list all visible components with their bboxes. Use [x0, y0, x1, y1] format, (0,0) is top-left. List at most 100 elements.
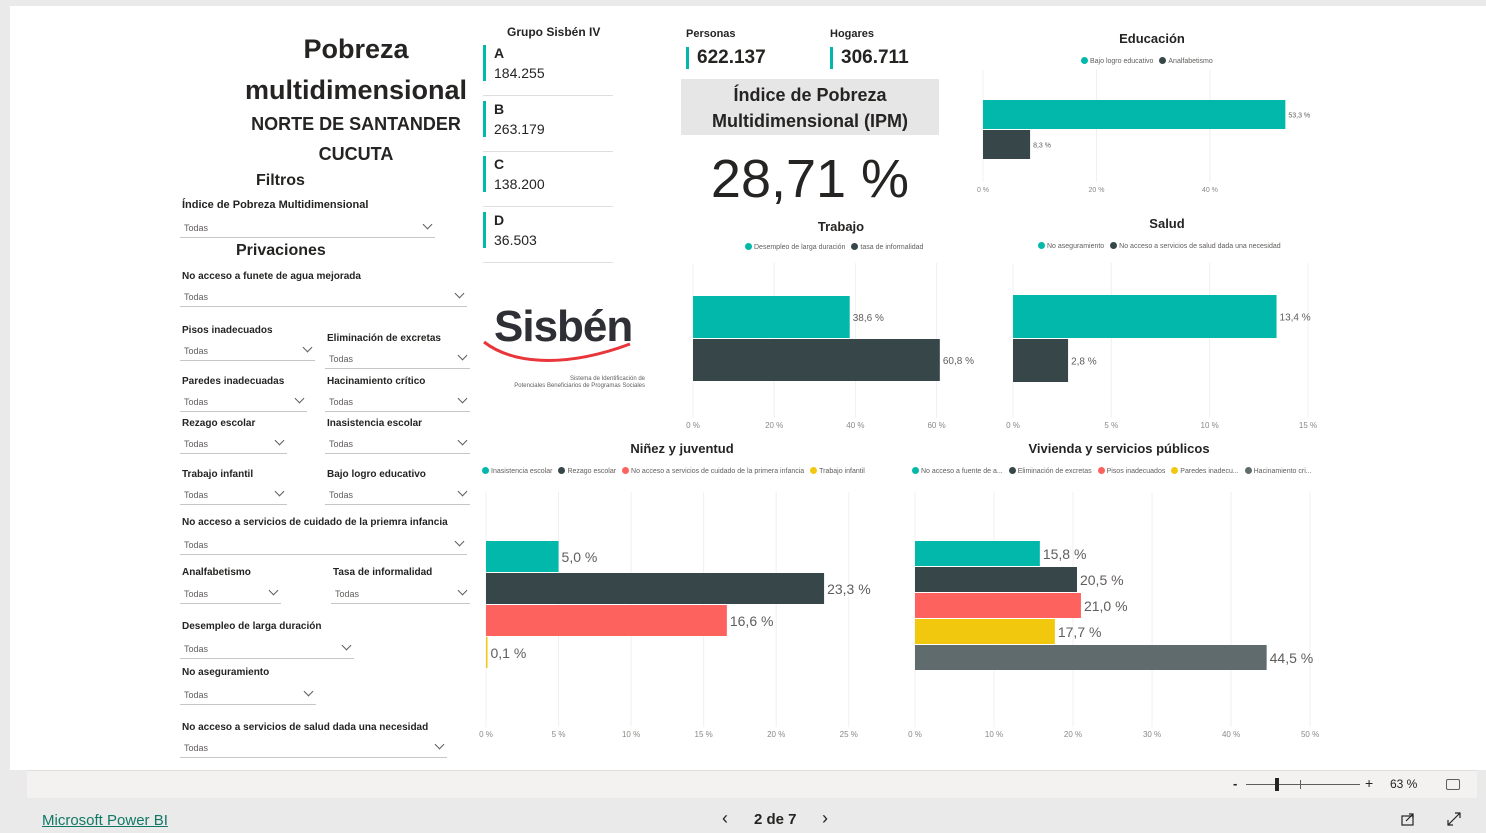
bajo-logro-filter-dropdown[interactable]: Todas	[325, 485, 470, 505]
informalidad-filter-dropdown[interactable]: Todas	[331, 584, 470, 604]
x-tick-label: 0 %	[908, 730, 922, 739]
hacinamiento-filter-dropdown[interactable]: Todas	[325, 392, 470, 412]
legend-dot	[745, 243, 752, 250]
next-page-button[interactable]: ›	[822, 808, 828, 829]
fit-to-page-icon[interactable]	[1446, 779, 1460, 790]
legend-dot	[851, 243, 859, 250]
sisben-logo: Sisbén Sistema de Identificación de Pote…	[480, 300, 645, 395]
bar[interactable]	[486, 573, 825, 604]
zoom-slider-track[interactable]	[1246, 784, 1360, 785]
primera-infancia-filter-label: No acceso a servicios de cuidado de la p…	[182, 517, 448, 528]
divider	[483, 151, 613, 152]
data-label: 13,4 %	[1280, 313, 1311, 324]
salud-legend: No aseguramiento No acceso a servicios d…	[1038, 242, 1285, 250]
grupo-key: A	[494, 45, 505, 61]
hogares-value: 306.711	[830, 47, 909, 69]
data-label: 15,8 %	[1043, 546, 1087, 562]
hacinamiento-filter-label: Hacinamiento crítico	[327, 376, 426, 387]
legend-label: Rezago escolar	[567, 468, 617, 475]
pisos-filter-dropdown[interactable]: Todas	[180, 341, 315, 361]
agua-filter-dropdown[interactable]: Todas	[180, 287, 467, 307]
legend-label: No acceso a fuente de a...	[921, 468, 1003, 475]
x-tick-label: 50 %	[1301, 730, 1319, 739]
rezago-filter-dropdown[interactable]: Todas	[180, 434, 287, 454]
page-indicator: 2 de 7	[754, 811, 797, 828]
x-tick-label: 60 %	[927, 421, 945, 430]
data-label: 2,8 %	[1071, 357, 1097, 368]
vivienda-chart: 0 % 10 % 20 % 30 % 40 % 50 % 15,8 % 20,5 % 21,0 …	[908, 492, 1319, 739]
data-label: 44,5 %	[1270, 650, 1314, 666]
analfabetismo-filter-dropdown[interactable]: Todas	[180, 584, 281, 604]
bar[interactable]	[1013, 295, 1277, 338]
chevron-down-icon	[454, 288, 465, 299]
desempleo-filter-dropdown[interactable]: Todas	[180, 639, 354, 659]
paredes-filter-dropdown[interactable]: Todas	[180, 392, 307, 412]
bar[interactable]	[915, 541, 1040, 566]
vivienda-title: Vivienda y servicios públicos	[1028, 441, 1210, 456]
bar[interactable]	[486, 605, 727, 636]
grupo-item-c: C 138.200	[483, 156, 613, 192]
chevron-down-icon	[302, 342, 313, 353]
bar[interactable]	[486, 637, 488, 668]
x-tick-label: 10 %	[622, 730, 640, 739]
legend-label: Hacinamiento cri...	[1253, 468, 1312, 475]
trabajo-infantil-filter-label: Trabajo infantil	[182, 469, 254, 480]
bar[interactable]	[915, 593, 1081, 618]
ipm-filter-dropdown[interactable]: Todas	[180, 218, 435, 238]
bar[interactable]	[915, 619, 1055, 644]
primera-infancia-filter-dropdown[interactable]: Todas	[180, 535, 467, 555]
zoom-out-button[interactable]: -	[1233, 776, 1237, 791]
zoom-in-button[interactable]: +	[1365, 775, 1373, 791]
bajo-logro-filter-label: Bajo logro educativo	[327, 469, 426, 480]
x-tick-label: 20 %	[1064, 730, 1082, 739]
bar[interactable]	[915, 567, 1077, 592]
bar[interactable]	[915, 645, 1267, 670]
x-tick-label: 0 %	[1006, 421, 1020, 430]
grupo-value: 36.503	[494, 232, 537, 248]
legend-label: Pisos inadecuados	[1106, 468, 1166, 475]
salud-filter-value: Todas	[184, 743, 209, 753]
grupo-value: 138.200	[494, 176, 545, 192]
excretas-filter-label: Eliminación de excretas	[327, 333, 441, 344]
chevron-down-icon	[457, 486, 468, 497]
bar[interactable]	[693, 296, 850, 338]
x-tick-label: 20 %	[1088, 187, 1104, 194]
bar[interactable]	[983, 100, 1286, 129]
bar[interactable]	[486, 541, 559, 572]
bar[interactable]	[1013, 339, 1069, 382]
power-bi-link[interactable]: Microsoft Power BI	[42, 812, 168, 829]
analfabetismo-filter-value: Todas	[184, 589, 209, 599]
salud-filter-dropdown[interactable]: Todas	[180, 738, 447, 758]
inasistencia-filter-label: Inasistencia escolar	[327, 418, 423, 429]
excretas-filter-dropdown[interactable]: Todas	[325, 349, 470, 369]
bar[interactable]	[693, 339, 940, 381]
grupo-item-b: B 263.179	[483, 101, 613, 137]
aseguramiento-filter-dropdown[interactable]: Todas	[180, 685, 316, 705]
report-title-line1: Pobreza	[303, 34, 409, 64]
share-icon[interactable]	[1400, 811, 1416, 827]
aseguramiento-filter-value: Todas	[184, 690, 209, 700]
educacion-title: Educación	[1119, 31, 1185, 46]
grupo-title: Grupo Sisbén IV	[507, 25, 601, 39]
department-name: NORTE DE SANTANDER	[251, 114, 461, 134]
zoom-slider-handle[interactable]	[1275, 778, 1279, 791]
ipm-value: 28,71 %	[710, 149, 910, 209]
fullscreen-icon[interactable]	[1446, 811, 1462, 827]
x-tick-label: 20 %	[765, 421, 783, 430]
paredes-filter-label: Paredes inadecuadas	[182, 376, 285, 387]
grupo-value: 184.255	[494, 65, 545, 81]
salud-chart: 0 % 5 % 10 % 15 % 13,4 % 2,8 %	[1006, 263, 1317, 430]
ninez-title: Niñez y juventud	[630, 441, 734, 456]
data-label: 17,7 %	[1058, 624, 1102, 640]
desempleo-filter-value: Todas	[184, 644, 209, 654]
bar[interactable]	[983, 130, 1031, 159]
x-tick-label: 10 %	[985, 730, 1003, 739]
prev-page-button[interactable]: ‹	[722, 808, 728, 829]
pisos-filter-value: Todas	[184, 346, 209, 356]
x-tick-label: 40 %	[1222, 730, 1240, 739]
data-label: 20,5 %	[1080, 572, 1124, 588]
inasistencia-filter-dropdown[interactable]: Todas	[325, 434, 470, 454]
trabajo-infantil-filter-dropdown[interactable]: Todas	[180, 485, 287, 505]
legend-label: tasa de informalidad	[860, 244, 924, 251]
personas-value: 622.137	[686, 47, 766, 69]
